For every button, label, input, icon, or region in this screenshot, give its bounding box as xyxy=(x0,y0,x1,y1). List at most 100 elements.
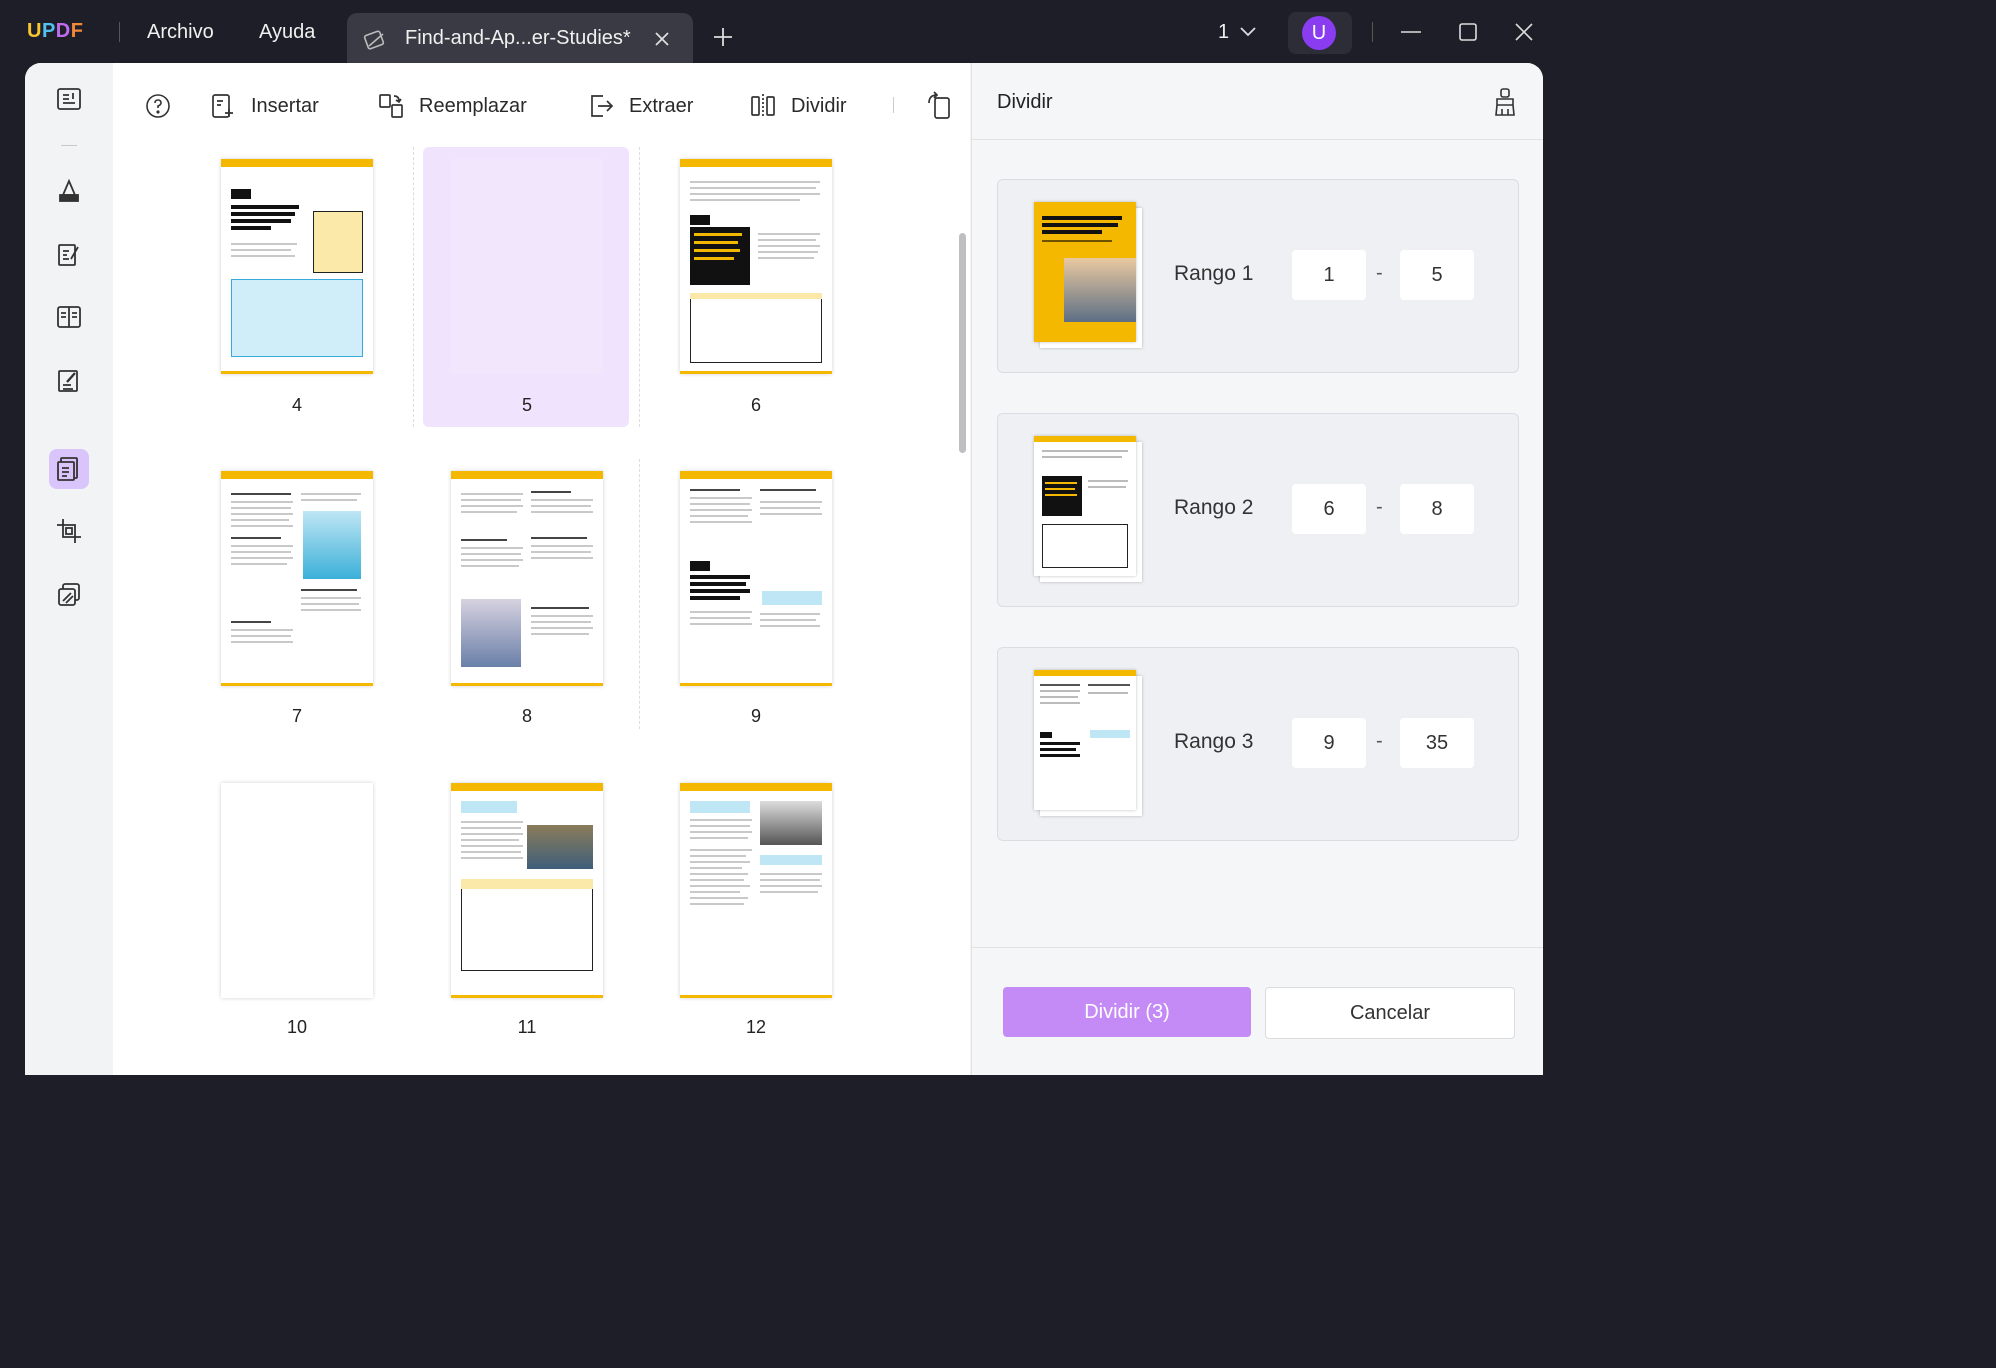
page-number-10: 10 xyxy=(286,1017,308,1037)
minimize-icon[interactable] xyxy=(1399,20,1423,44)
range-card-2: Rango 2 - xyxy=(997,413,1519,607)
organize-pages-icon xyxy=(57,457,78,481)
menu-archivo[interactable]: Archivo xyxy=(147,21,214,44)
form-edit-icon xyxy=(58,370,78,392)
crop-tool-button[interactable] xyxy=(49,511,89,551)
page-number-5: 5 xyxy=(521,395,532,415)
range-3-from-input[interactable] xyxy=(1292,718,1366,768)
window-separator xyxy=(1372,22,1373,42)
page-organizer: Insertar Reemplazar Extraer Dividir 4 5 … xyxy=(113,63,970,1075)
column-divider xyxy=(413,147,414,427)
range-2-from-input[interactable] xyxy=(1292,484,1366,534)
replace-button[interactable]: Reemplazar xyxy=(377,91,527,121)
comment-tool-button[interactable] xyxy=(49,171,89,211)
photo-placeholder xyxy=(527,825,593,869)
page-number-11: 11 xyxy=(517,1017,537,1037)
document-edit-icon xyxy=(363,30,385,50)
edit-pdf-button[interactable] xyxy=(49,235,89,275)
page-thumbnail-12[interactable] xyxy=(680,783,832,998)
range-label-1: Rango 1 xyxy=(1174,262,1254,285)
organize-pages-button[interactable] xyxy=(49,449,89,489)
page-thumbnail-7[interactable] xyxy=(221,471,373,686)
replace-page-icon xyxy=(379,94,403,118)
range-3-to-input[interactable] xyxy=(1400,718,1474,768)
chevron-down-icon[interactable] xyxy=(1238,24,1258,40)
insert-button[interactable]: Insertar xyxy=(209,91,319,121)
account-button[interactable]: U xyxy=(1288,12,1352,54)
extract-button[interactable]: Extraer xyxy=(587,91,693,121)
updf-logo: UPDF xyxy=(27,20,84,42)
panel-divider xyxy=(972,947,1543,948)
page-thumbnail-9[interactable] xyxy=(680,471,832,686)
add-tab-icon[interactable] xyxy=(712,26,734,48)
document-tab-title: Find-and-Ap...er-Studies* xyxy=(405,27,631,49)
title-bar: UPDF Archivo Ayuda Find-and-Ap...er-Stud… xyxy=(0,0,1568,65)
range-preview-1 xyxy=(1034,202,1144,352)
help-icon[interactable] xyxy=(145,93,171,119)
page-thumbnail-4[interactable] xyxy=(221,159,373,374)
reader-mode-button[interactable] xyxy=(49,79,89,119)
blank-page xyxy=(451,159,603,374)
panel-title: Dividir xyxy=(997,91,1053,113)
replace-label: Reemplazar xyxy=(419,94,527,117)
insert-page-icon xyxy=(212,94,233,118)
crop-icon xyxy=(57,519,81,543)
toolbar-separator xyxy=(61,145,77,146)
page-number-8: 8 xyxy=(521,706,532,726)
range-preview-3 xyxy=(1034,670,1144,820)
panel-divider xyxy=(972,139,1543,140)
columns-icon xyxy=(57,306,81,328)
layers-tool-button[interactable] xyxy=(49,575,89,615)
range-2-to-input[interactable] xyxy=(1400,484,1474,534)
page-number-7: 7 xyxy=(291,706,302,726)
range-dash: - xyxy=(1376,262,1383,284)
cancel-button[interactable]: Cancelar xyxy=(1265,987,1515,1039)
split-button[interactable]: Dividir xyxy=(749,91,847,121)
rotate-page-icon[interactable] xyxy=(925,91,953,121)
page-number-4: 4 xyxy=(291,395,302,415)
split-page-icon xyxy=(751,94,775,118)
range-card-1: Rango 1 - xyxy=(997,179,1519,373)
range-label-2: Rango 2 xyxy=(1174,496,1254,519)
page-thumbnail-8[interactable] xyxy=(451,471,603,686)
page-number-9: 9 xyxy=(750,706,761,726)
window-count[interactable]: 1 xyxy=(1218,21,1229,44)
insert-label: Insertar xyxy=(251,94,319,117)
split-label: Dividir xyxy=(791,94,847,117)
photo-placeholder xyxy=(303,511,361,579)
page-thumbnail-6[interactable] xyxy=(680,159,832,374)
range-label-3: Rango 3 xyxy=(1174,730,1254,753)
section-badge xyxy=(231,189,251,199)
range-dash: - xyxy=(1376,496,1383,518)
range-card-3: Rango 3 - xyxy=(997,647,1519,841)
document-tab[interactable]: Find-and-Ap...er-Studies* xyxy=(347,13,693,65)
split-confirm-button[interactable]: Dividir (3) xyxy=(1003,987,1251,1037)
page-thumbnail-10[interactable] xyxy=(221,783,373,998)
maximize-icon[interactable] xyxy=(1456,20,1480,44)
range-1-to-input[interactable] xyxy=(1400,250,1474,300)
form-tool-button[interactable] xyxy=(49,361,89,401)
photo-placeholder xyxy=(760,801,822,845)
page-thumbnail-11[interactable] xyxy=(451,783,603,998)
page-thumbnail-5[interactable] xyxy=(451,159,603,374)
extract-page-icon xyxy=(591,95,614,117)
layers-icon xyxy=(58,583,80,606)
close-tab-icon[interactable] xyxy=(651,28,673,50)
photo-placeholder xyxy=(461,599,521,667)
title-separator xyxy=(119,22,120,42)
extract-label: Extraer xyxy=(629,94,694,117)
page-number-6: 6 xyxy=(750,395,761,415)
highlighter-icon xyxy=(59,178,79,202)
column-divider xyxy=(639,459,640,729)
page-number-12: 12 xyxy=(745,1017,767,1037)
book-icon xyxy=(57,88,81,110)
split-panel: Dividir Rango 1 - xyxy=(971,63,1543,1075)
close-window-icon[interactable] xyxy=(1512,20,1536,44)
menu-ayuda[interactable]: Ayuda xyxy=(259,21,315,44)
clear-brush-icon[interactable] xyxy=(1492,87,1518,117)
edit-document-icon xyxy=(58,244,79,266)
range-1-from-input[interactable] xyxy=(1292,250,1366,300)
avatar: U xyxy=(1302,16,1336,50)
page-view-button[interactable] xyxy=(49,297,89,337)
vertical-scrollbar[interactable] xyxy=(959,233,966,453)
